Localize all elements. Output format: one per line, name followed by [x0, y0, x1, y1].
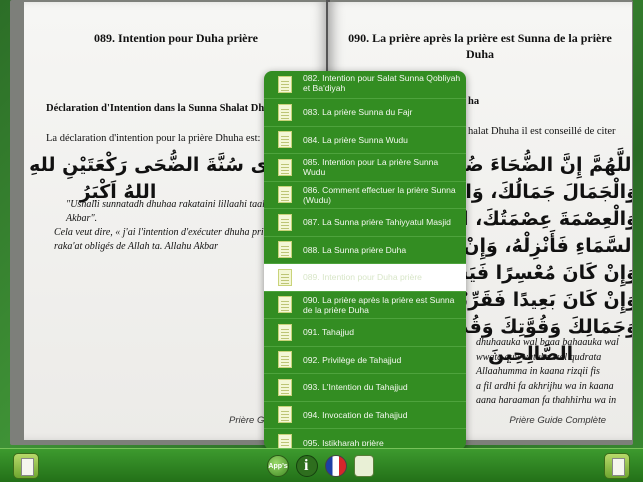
transliteration-line: Allaahumma in kaana rizqii fis — [476, 366, 600, 377]
list-item[interactable]: 082. Intention pour Salat Sunna Qobliyah… — [264, 71, 466, 99]
list-item-label: 094. Invocation de Tahajjud — [303, 409, 408, 420]
page-footer: Prière Guide Complète — [509, 415, 606, 426]
list-item-label: 089. Intention pour Duha prière — [303, 272, 422, 283]
list-item-selected[interactable]: 089. Intention pour Duha prière — [264, 264, 466, 292]
list-item[interactable]: 083. La prière Sunna du Fajr — [264, 99, 466, 127]
list-item[interactable]: 084. La prière Sunna Wudu — [264, 127, 466, 154]
document-icon — [278, 296, 292, 314]
list-item-label: 083. La prière Sunna du Fajr — [303, 107, 413, 118]
apps-button[interactable]: App’s — [267, 455, 289, 477]
list-item-label: 087. La Sunna prière Tahiyyatul Masjid — [303, 217, 451, 228]
language-flag-button[interactable] — [325, 455, 347, 477]
intro-text: halat Dhuha il est conseillé de citer — [468, 126, 616, 137]
list-item-label: 085. Intention pour La prière Sunna Wudu — [303, 157, 439, 178]
previous-page-button[interactable] — [13, 453, 39, 479]
chapter-list-popover[interactable]: 082. Intention pour Salat Sunna Qobliyah… — [264, 71, 466, 450]
transliteration-line: aana haraaman fa thahhirhu wa in — [476, 395, 617, 406]
document-icon — [278, 241, 292, 259]
arabic-line: السَّمَاءِ فَأَنْزِلْهُ، وَإِنْ كَانَ — [422, 235, 632, 257]
arabic-line: ى سُنَّةَ الضُّحَى رَكْعَتَيْنِ للهِ تَع… — [24, 154, 268, 176]
list-item[interactable]: 094. Invocation de Tahajjud — [264, 402, 466, 429]
section-heading: ha — [468, 96, 480, 107]
list-item-label: 084. La prière Sunna Wudu — [303, 134, 408, 145]
list-item[interactable]: 090. La prière après la prière est Sunna… — [264, 292, 466, 319]
section-heading: Déclaration d'Intention dans la Sunna Sh… — [46, 103, 282, 114]
list-item-label: 088. La Sunna prière Duha — [303, 244, 407, 255]
document-icon — [278, 103, 292, 121]
arabic-line: وَإِنْ كَانَ بَعِيدًا فَقَرِّبْهُ بِحَقِ… — [404, 289, 632, 311]
arabic-line: وَإِنْ كَانَ مُعْسِرًا فَيَسِّرْهُ، وَ — [400, 262, 632, 284]
intro-text: La déclaration d'intention pour la prièr… — [46, 133, 261, 144]
list-item-label: 086. Comment effectuer la prière Sunna (… — [303, 184, 456, 205]
document-icon — [278, 406, 292, 424]
list-item[interactable]: 092. Privilège de Tahajjud — [264, 347, 466, 374]
list-item[interactable]: 088. La Sunna prière Duha — [264, 237, 466, 264]
page-title: 089. Intention pour Duha prière — [94, 31, 258, 45]
document-icon — [278, 158, 292, 176]
list-item[interactable]: 091. Tahajjud — [264, 319, 466, 347]
transliteration-line: wwata quwwatuka wal qudrata — [476, 351, 602, 363]
document-icon — [278, 351, 292, 369]
document-icon — [278, 186, 292, 204]
arabic-line: اللَّهُمَّ إِنَّ الضُّحَاءَ ضُحَ — [451, 154, 632, 176]
page-list-button[interactable] — [354, 455, 374, 477]
transliteration-line: a fil ardhi fa akhrijhu wa in kaana — [476, 380, 614, 392]
list-item-label: 090. La prière après la prière est Sunna… — [303, 294, 455, 315]
list-item-label: 091. Tahajjud — [303, 327, 354, 338]
list-item[interactable]: 093. L'Intention du Tahajjud — [264, 374, 466, 402]
list-item-label: 093. L'Intention du Tahajjud — [303, 382, 408, 393]
document-icon — [278, 378, 292, 396]
transliteration: dhuhaauka wal baaa bahaauka wal wwata qu… — [476, 336, 626, 409]
list-item[interactable]: 086. Comment effectuer la prière Sunna (… — [264, 182, 466, 209]
page-title: 090. La prière après la prière est Sunna… — [348, 31, 612, 61]
arabic-line: وَالْجَمَالَ جَمَالُكَ، وَالْقُوَّةَ — [421, 181, 632, 203]
next-page-button[interactable] — [604, 453, 630, 479]
list-item-label: 082. Intention pour Salat Sunna Qobliyah… — [303, 73, 461, 93]
document-icon — [278, 76, 292, 93]
transliteration-line: dhuhaauka wal baaa bahaauka wal — [476, 337, 619, 348]
document-icon — [278, 213, 292, 231]
document-icon — [278, 268, 292, 286]
info-button[interactable] — [296, 455, 318, 477]
arabic-line: وَالْعِصْمَةَ عِصْمَتُكَ، اللَّ — [437, 208, 632, 230]
list-item[interactable]: 087. La Sunna prière Tahiyyatul Masjid — [264, 209, 466, 237]
list-item-label: 092. Privilège de Tahajjud — [303, 354, 402, 365]
bottom-toolbar: App’s — [0, 448, 643, 482]
document-icon — [278, 131, 292, 149]
document-icon — [278, 323, 292, 341]
list-item[interactable]: 085. Intention pour La prière Sunna Wudu — [264, 154, 466, 182]
list-item-label: 095. Istikharah prière — [303, 437, 384, 448]
